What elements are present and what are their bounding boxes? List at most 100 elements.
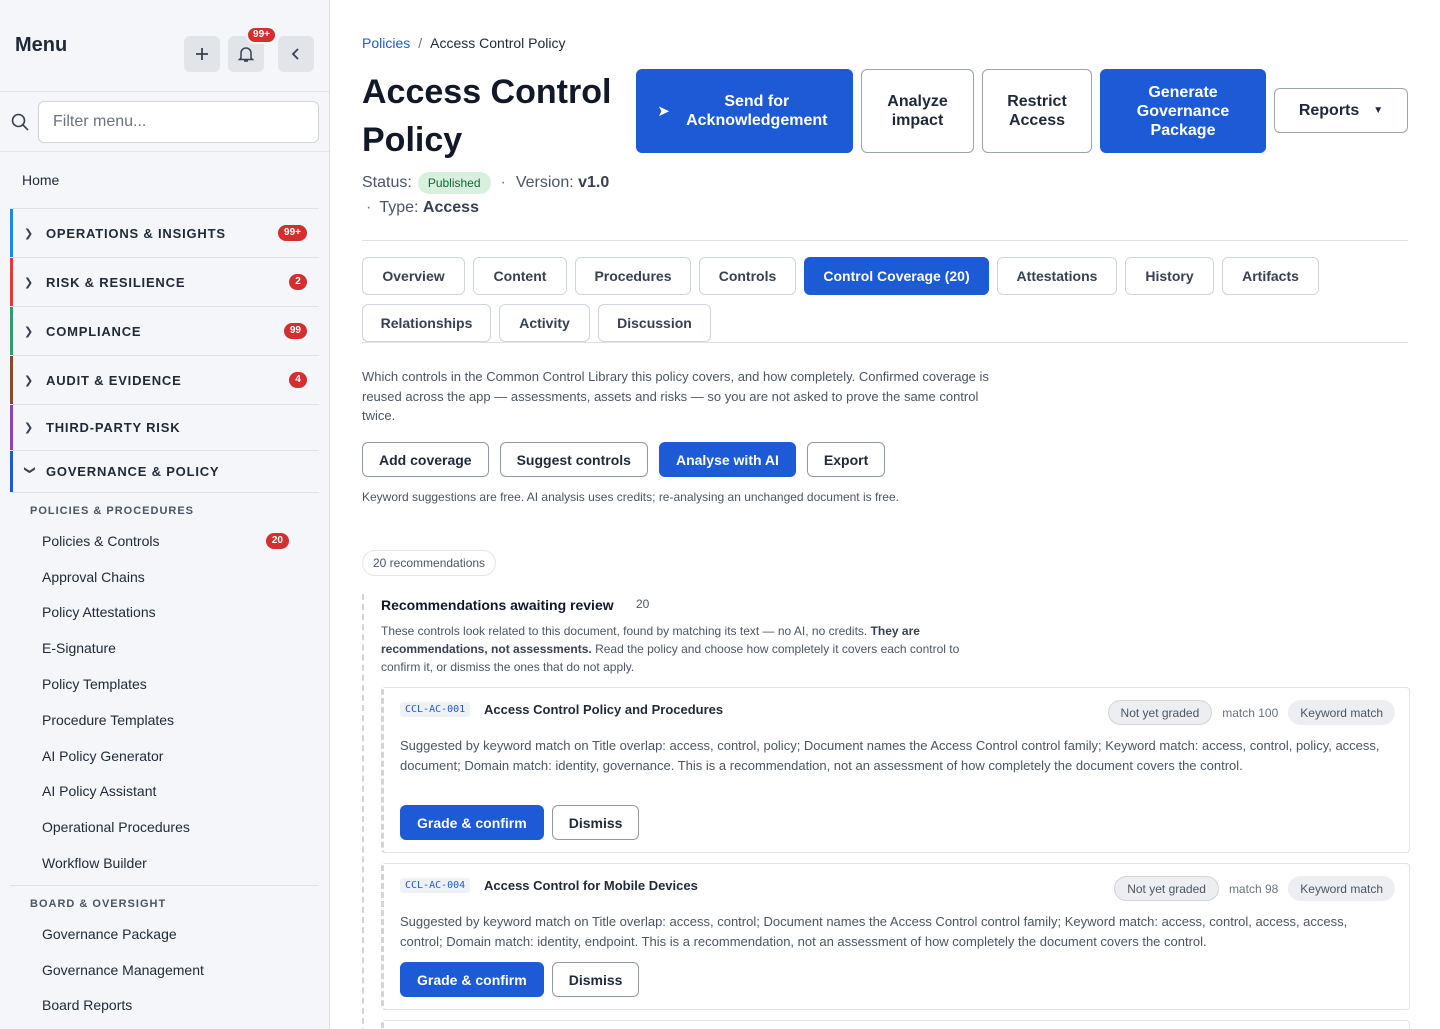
tab-controls[interactable]: Controls	[699, 257, 796, 295]
sidebar-item-board-reports[interactable]: Board Reports	[0, 988, 329, 1024]
section-count-badge: 4	[289, 372, 307, 388]
tab-relationships[interactable]: Relationships	[362, 304, 491, 342]
send-for-acknowledgement-button[interactable]: ➤ Send for Acknowledgement	[636, 69, 853, 153]
notifications-button[interactable]: 99+	[228, 26, 277, 72]
credits-note: Keyword suggestions are free. AI analysi…	[362, 490, 899, 504]
sidebar-header: Menu 99+	[0, 0, 329, 92]
sidebar-item-workflow-builder[interactable]: Workflow Builder	[0, 845, 329, 881]
sidebar-item-e-signature[interactable]: E-Signature	[0, 630, 329, 666]
card-actions: Grade & confirm Dismiss	[400, 962, 640, 997]
recommendation-card: CCL-AC-004 Access Control for Mobile Dev…	[381, 863, 1410, 1010]
review-count: 20	[636, 597, 650, 611]
section-audit-evidence[interactable]: ❯ AUDIT & EVIDENCE 4	[10, 355, 319, 404]
sidebar-item-ai-policy-generator[interactable]: AI Policy Generator	[0, 738, 329, 774]
card-body: Suggested by keyword match on Title over…	[400, 738, 1380, 773]
chevron-right-icon: ❯	[24, 276, 34, 289]
section-governance-policy[interactable]: ❯ GOVERNANCE & POLICY	[10, 450, 319, 492]
source-badge: Keyword match	[1288, 700, 1395, 725]
section-operations-insights[interactable]: ❯ OPERATIONS & INSIGHTS 99+	[10, 208, 319, 257]
type-label: Type:	[379, 199, 419, 216]
search-icon	[11, 113, 29, 131]
tab-attestations[interactable]: Attestations	[997, 257, 1117, 295]
item-count-badge: 20	[265, 532, 289, 549]
breadcrumb-separator: /	[418, 35, 423, 51]
sidebar-item-governance-management[interactable]: Governance Management	[0, 952, 329, 988]
sidebar-item-operational-procedures[interactable]: Operational Procedures	[0, 809, 329, 845]
sidebar-item-policy-attestations[interactable]: Policy Attestations	[0, 595, 329, 631]
tab-procedures[interactable]: Procedures	[575, 257, 691, 295]
meta-separator: ·	[366, 199, 372, 216]
main-content: Policies / Access Control Policy Access …	[362, 0, 1410, 1029]
section-label: THIRD-PARTY RISK	[46, 420, 181, 435]
tab-content[interactable]: Content	[473, 257, 567, 295]
section-count-badge: 99+	[278, 225, 307, 241]
recommendation-card	[381, 1020, 1410, 1029]
group-label-board-oversight: BOARD & OVERSIGHT	[10, 884, 319, 916]
sidebar-item-home[interactable]: Home	[0, 152, 329, 208]
section-compliance[interactable]: ❯ COMPLIANCE 99	[10, 306, 319, 355]
reports-dropdown-button[interactable]: Reports ▼	[1274, 88, 1408, 133]
filter-menu-input[interactable]	[38, 100, 319, 143]
sidebar-item-policies-controls[interactable]: Policies & Controls 20	[0, 523, 329, 559]
section-risk-resilience[interactable]: ❯ RISK & RESILIENCE 2	[10, 257, 319, 306]
sidebar-item-procedure-templates[interactable]: Procedure Templates	[0, 702, 329, 738]
caret-down-icon: ▼	[1373, 105, 1384, 116]
grade-confirm-button[interactable]: Grade & confirm	[400, 962, 544, 997]
card-tags: Not yet graded match 98 Keyword match	[1114, 876, 1395, 901]
recommendations-count-pill: 20 recommendations	[362, 550, 497, 576]
notification-count-badge: 99+	[246, 26, 277, 44]
analyze-impact-button[interactable]: Analyze impact	[861, 69, 974, 153]
chevron-right-icon: ❯	[24, 422, 34, 434]
tab-history[interactable]: History	[1125, 257, 1214, 295]
send-label: Send for Acknowledgement	[686, 93, 828, 129]
section-third-party-risk[interactable]: ❯ THIRD-PARTY RISK	[10, 404, 319, 450]
control-code: CCL-AC-004	[400, 878, 471, 893]
section-count-badge: 2	[289, 274, 307, 290]
control-title: Access Control for Mobile Devices	[484, 878, 698, 893]
control-code: CCL-AC-001	[400, 702, 471, 717]
control-title: Access Control Policy and Procedures	[484, 702, 724, 717]
coverage-description: Which controls in the Common Control Lib…	[362, 369, 989, 423]
suggest-controls-button[interactable]: Suggest controls	[499, 442, 648, 477]
sidebar-item-approval-chains[interactable]: Approval Chains	[0, 559, 329, 595]
analyse-with-ai-button[interactable]: Analyse with AI	[658, 442, 796, 477]
dismiss-button[interactable]: Dismiss	[551, 962, 640, 997]
policy-meta-type: · Type: Access	[362, 199, 479, 217]
grade-confirm-button[interactable]: Grade & confirm	[400, 805, 544, 840]
export-button[interactable]: Export	[806, 442, 886, 477]
breadcrumb-policies-link[interactable]: Policies	[362, 35, 410, 51]
divider	[362, 240, 1408, 241]
collapse-sidebar-button[interactable]	[278, 36, 314, 72]
restrict-access-button[interactable]: Restrict Access	[982, 69, 1092, 153]
generate-governance-package-button[interactable]: Generate Governance Package	[1100, 69, 1266, 153]
section-count-badge: 99	[283, 323, 307, 339]
chevron-right-icon: ❯	[24, 374, 34, 387]
dismiss-button[interactable]: Dismiss	[551, 805, 640, 840]
status-badge: Published	[417, 172, 491, 194]
breadcrumb-current: Access Control Policy	[430, 35, 566, 51]
card-actions: Grade & confirm Dismiss	[400, 805, 640, 840]
tab-control-coverage[interactable]: Control Coverage (20)	[804, 257, 989, 295]
review-desc-part: These controls look related to this docu…	[381, 624, 871, 638]
tab-artifacts[interactable]: Artifacts	[1222, 257, 1319, 295]
match-score: match 100	[1222, 705, 1279, 720]
add-coverage-button[interactable]: Add coverage	[362, 442, 489, 477]
page-title: Access Control Policy	[362, 73, 612, 159]
sidebar-item-governance-package[interactable]: Governance Package	[0, 916, 329, 952]
section-color-bar	[10, 451, 13, 492]
chevron-right-icon: ❯	[24, 227, 34, 240]
version-label: Version:	[515, 174, 574, 191]
header-actions: ➤ Send for Acknowledgement Analyze impac…	[636, 69, 1408, 153]
grade-status-badge: Not yet graded	[1107, 700, 1213, 725]
tab-discussion[interactable]: Discussion	[598, 304, 711, 342]
send-icon: ➤	[657, 102, 670, 120]
divider	[362, 342, 1408, 343]
add-button[interactable]	[184, 36, 220, 72]
sidebar-item-ai-policy-assistant[interactable]: AI Policy Assistant	[0, 774, 329, 810]
sidebar-item-policy-templates[interactable]: Policy Templates	[0, 666, 329, 702]
recommendations-review-section: Recommendations awaiting review 20 These…	[362, 594, 1410, 1029]
status-label: Status:	[362, 174, 412, 191]
tab-overview[interactable]: Overview	[362, 257, 465, 295]
tab-activity[interactable]: Activity	[499, 304, 590, 342]
section-color-bar	[10, 405, 13, 450]
